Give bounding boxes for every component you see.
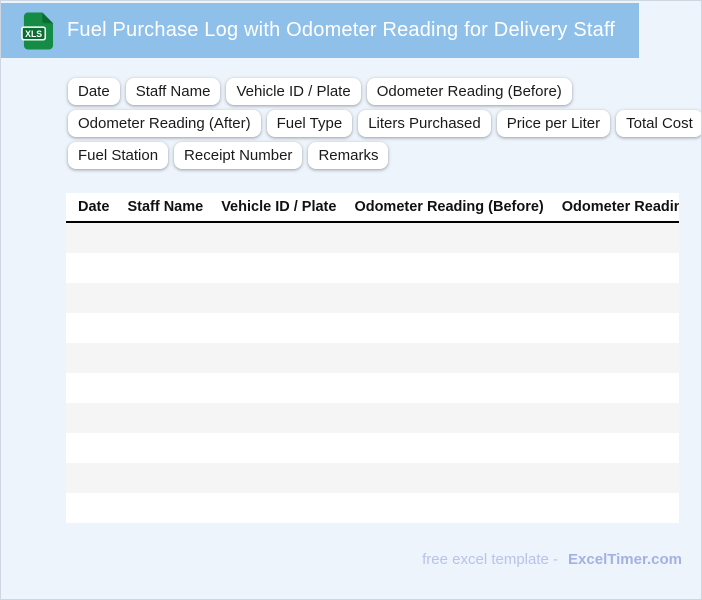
table-empty-row bbox=[66, 343, 679, 373]
column-chip-total-cost[interactable]: Total Cost bbox=[616, 110, 701, 137]
column-chip-fuel-type[interactable]: Fuel Type bbox=[266, 110, 353, 137]
preview-table: Date Staff Name Vehicle ID / Plate Odometer… bbox=[66, 193, 679, 523]
column-chip-staff-name[interactable]: Staff Name bbox=[125, 78, 221, 105]
table-empty-row bbox=[66, 403, 679, 433]
table-empty-row bbox=[66, 253, 679, 283]
table-empty-row bbox=[66, 373, 679, 403]
column-chip-list: Date Staff Name Vehicle ID / Plate Odometer… bbox=[68, 78, 701, 169]
table-column-header-vehicle-id-plate: Vehicle ID / Plate bbox=[221, 199, 337, 215]
column-chip-date[interactable]: Date bbox=[68, 78, 120, 105]
table-column-header-date: Date bbox=[78, 199, 110, 215]
table-column-header-staff-name: Staff Name bbox=[127, 199, 204, 215]
table-empty-row bbox=[66, 313, 679, 343]
table-empty-row bbox=[66, 433, 679, 463]
table-body bbox=[66, 223, 679, 523]
xls-icon-label: XLS bbox=[25, 28, 42, 38]
table-empty-row bbox=[66, 283, 679, 313]
footer-brand-link[interactable]: ExcelTimer.com bbox=[568, 551, 682, 568]
column-chip-liters-purchased[interactable]: Liters Purchased bbox=[358, 110, 491, 137]
chip-row: Date Staff Name Vehicle ID / Plate Odometer… bbox=[68, 78, 693, 105]
column-chip-vehicle-id-plate[interactable]: Vehicle ID / Plate bbox=[226, 78, 361, 105]
title-bar: XLS Fuel Purchase Log with Odometer Read… bbox=[1, 3, 639, 58]
column-chip-fuel-station[interactable]: Fuel Station bbox=[68, 142, 169, 169]
column-chip-remarks[interactable]: Remarks bbox=[308, 142, 389, 169]
column-chip-receipt-number[interactable]: Receipt Number bbox=[174, 142, 303, 169]
table-empty-row bbox=[66, 223, 679, 253]
xls-file-icon: XLS bbox=[21, 12, 54, 49]
column-chip-price-per-liter[interactable]: Price per Liter bbox=[496, 110, 611, 137]
table-column-header-odometer-reading-before: Odometer Reading (Before) bbox=[354, 199, 544, 215]
table-column-header-odometer-reading-after: Odometer Reading (After) bbox=[561, 199, 679, 215]
chip-row: Fuel Station Receipt Number Remarks bbox=[68, 142, 693, 169]
column-chip-odometer-reading-after[interactable]: Odometer Reading (After) bbox=[68, 110, 261, 137]
chip-row: Odometer Reading (After) Fuel Type Liters … bbox=[68, 110, 701, 137]
table-empty-row bbox=[66, 493, 679, 523]
table-empty-row bbox=[66, 463, 679, 493]
page-title: Fuel Purchase Log with Odometer Reading … bbox=[67, 19, 616, 41]
column-chip-odometer-reading-before[interactable]: Odometer Reading (Before) bbox=[366, 78, 572, 105]
footer: free excel template - ExcelTimer.com bbox=[1, 549, 701, 570]
footer-prefix-text: free excel template - bbox=[422, 551, 559, 568]
table-header-row: Date Staff Name Vehicle ID / Plate Odometer… bbox=[66, 193, 679, 223]
page: XLS Fuel Purchase Log with Odometer Read… bbox=[0, 0, 702, 600]
